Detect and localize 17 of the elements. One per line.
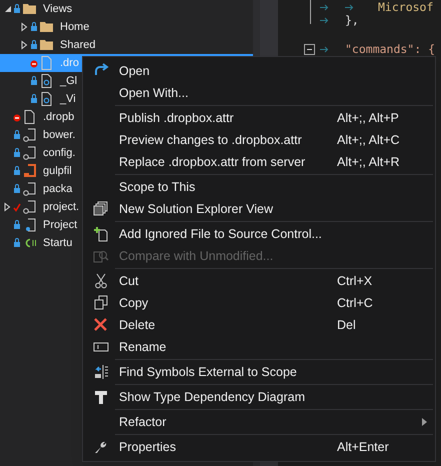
item-label: bower. <box>43 128 76 143</box>
item-label: _Gl <box>60 74 78 89</box>
item-label: Project <box>43 218 78 233</box>
item-label: Startu <box>43 236 72 251</box>
item-label: Home <box>60 20 90 35</box>
item-label: project. <box>43 200 80 215</box>
code-line: "commands": { <box>345 41 436 58</box>
item-label: .dropb <box>43 110 74 125</box>
item-label: packa <box>43 182 72 197</box>
code-line: Microsof <box>378 0 434 16</box>
item-label: _Vi <box>60 92 76 107</box>
item-label: config. <box>43 146 76 161</box>
item-label: gulpfil <box>43 164 72 179</box>
item-label: .dro <box>60 56 79 71</box>
item-label: Shared <box>60 38 96 53</box>
code-line: }, <box>345 12 359 29</box>
item-label: Views <box>43 2 72 17</box>
